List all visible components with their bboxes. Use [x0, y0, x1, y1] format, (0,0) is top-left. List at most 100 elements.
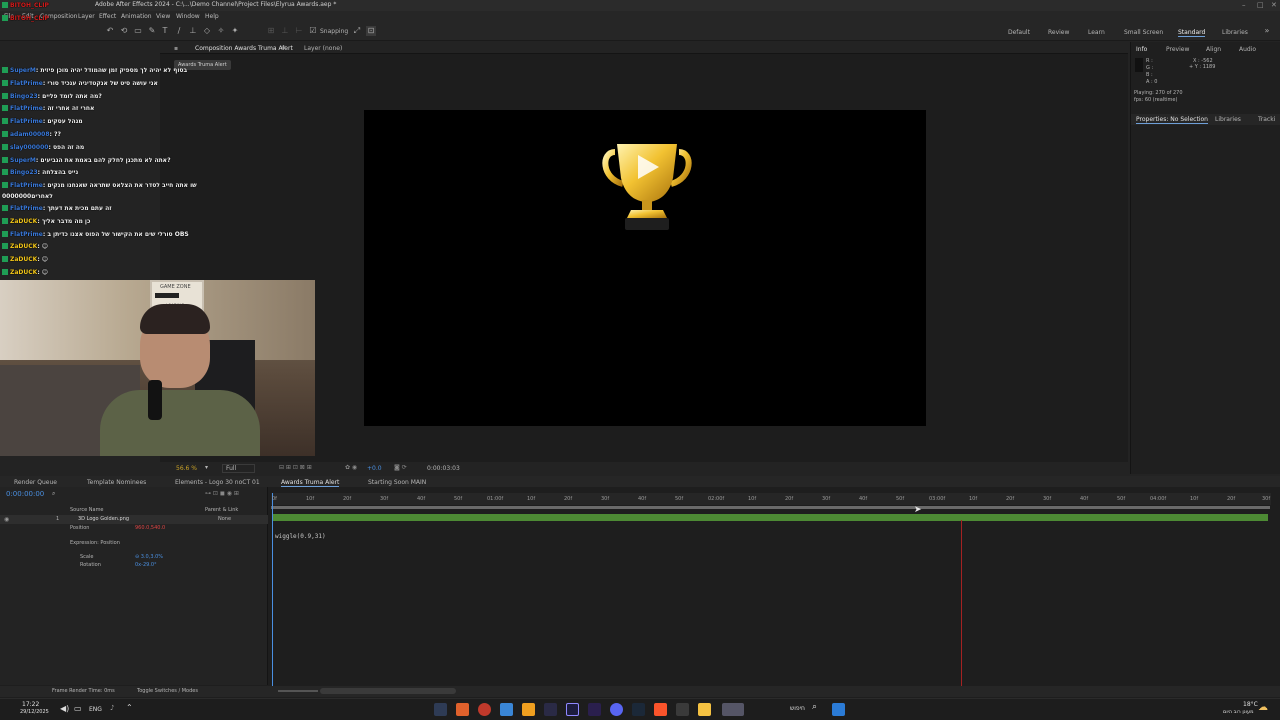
- axis-icon[interactable]: ⊥: [280, 26, 290, 36]
- expression-text[interactable]: wiggle(0.9,31): [275, 533, 326, 540]
- region-icon[interactable]: ⊟ ⊞ ⊡ ⊠ ⊞: [279, 464, 312, 471]
- tab-render-queue[interactable]: Render Queue: [14, 479, 57, 486]
- language-indicator[interactable]: ENG: [89, 706, 102, 713]
- search-box[interactable]: חיפוש: [790, 705, 805, 712]
- grid-snap-icon[interactable]: ⊡: [366, 26, 376, 36]
- weather-icon[interactable]: ☁: [1258, 702, 1268, 713]
- zoom-dropdown-icon[interactable]: ▾: [205, 464, 208, 471]
- comp-timecode[interactable]: 0:00:03:03: [427, 465, 460, 472]
- tab-awards-truma-alert[interactable]: Awards Truma Alert: [281, 479, 340, 487]
- timeline-switch-icons[interactable]: ⊶ ⊡ ◼ ◉ ⊞: [205, 490, 239, 497]
- workspace-standard[interactable]: Standard: [1178, 29, 1206, 37]
- windows-start-icon[interactable]: [832, 703, 845, 716]
- calendar-icon[interactable]: [676, 703, 689, 716]
- zoom-slider[interactable]: [278, 690, 318, 692]
- file-explorer-icon[interactable]: [698, 703, 711, 716]
- tab-properties[interactable]: Properties: No Selection: [1136, 116, 1208, 124]
- column-parent[interactable]: Parent & Link: [205, 507, 238, 513]
- property-position[interactable]: Position: [70, 525, 89, 531]
- composition-tab-bar: ▪ Composition Awards Truma Alert ≡ Layer…: [160, 42, 1128, 54]
- tab-starting-soon[interactable]: Starting Soon MAIN: [368, 479, 426, 486]
- discord-icon[interactable]: [610, 703, 623, 716]
- app-icon-orange[interactable]: [456, 703, 469, 716]
- workspace-small-screen[interactable]: Small Screen: [1124, 29, 1163, 36]
- snapping-label[interactable]: Snapping: [320, 28, 348, 35]
- workspace-review[interactable]: Review: [1048, 29, 1069, 36]
- workspace-learn[interactable]: Learn: [1088, 29, 1105, 36]
- after-effects-icon[interactable]: [566, 703, 579, 716]
- layer-parent-select[interactable]: None: [218, 516, 231, 522]
- search-icon[interactable]: ⌕: [812, 702, 817, 712]
- close-button[interactable]: ✕: [1271, 1, 1277, 9]
- tab-template-nominees[interactable]: Template Nominees: [87, 479, 146, 486]
- column-source-name[interactable]: Source Name: [70, 507, 104, 513]
- scale-value[interactable]: ⊖ 3.0,3.0%: [135, 554, 163, 560]
- ruler-tick: 30f: [380, 496, 389, 502]
- tab-layer[interactable]: Layer (none): [304, 45, 342, 52]
- tab-info[interactable]: Info: [1136, 46, 1147, 53]
- timeline-scrollbar[interactable]: [320, 688, 456, 694]
- workspace-default[interactable]: Default: [1008, 29, 1030, 36]
- brave-icon[interactable]: [654, 703, 667, 716]
- app-icon-red[interactable]: [478, 703, 491, 716]
- steam-icon[interactable]: [632, 703, 645, 716]
- layer-duration-bar[interactable]: [272, 514, 1268, 521]
- tab-elements-logo[interactable]: Elements - Logo 30 noCT 01: [175, 479, 260, 486]
- maximize-button[interactable]: □: [1257, 1, 1264, 9]
- visibility-icon[interactable]: ◉: [4, 516, 9, 523]
- toggle-switches-modes[interactable]: Toggle Switches / Modes: [137, 688, 198, 694]
- tray-chevron-icon[interactable]: ⌃: [126, 703, 133, 712]
- tab-tracker[interactable]: Tracki: [1258, 116, 1275, 123]
- snapping-checkbox-icon[interactable]: ☑: [308, 26, 318, 36]
- puppet-tool-icon[interactable]: ✦: [230, 26, 240, 36]
- weather-temp[interactable]: 18°C: [1243, 701, 1258, 708]
- property-scale[interactable]: Scale: [80, 554, 93, 560]
- rotation-value[interactable]: 0x-29.0°: [135, 562, 157, 568]
- workspace-libraries[interactable]: Libraries: [1222, 29, 1248, 36]
- work-area-bar[interactable]: [271, 506, 1270, 509]
- clock-date[interactable]: 29/12/2025: [20, 709, 49, 715]
- clock-time[interactable]: 17:22: [22, 701, 39, 708]
- workspace-overflow-icon[interactable]: »: [1262, 26, 1272, 36]
- channel-icon[interactable]: ✿ ◉: [345, 464, 357, 471]
- weather-desc[interactable]: מעונן רוב היום: [1223, 709, 1254, 715]
- tab-align[interactable]: Align: [1206, 46, 1221, 53]
- ruler-tick: 20f: [564, 496, 573, 502]
- chat-line: adam00008: ??: [2, 131, 61, 138]
- axis-mode-icon[interactable]: ⊢: [294, 26, 304, 36]
- align-icon[interactable]: ⊞: [266, 26, 276, 36]
- task-view-icon[interactable]: [434, 703, 447, 716]
- tab-menu-icon[interactable]: ≡: [281, 44, 286, 51]
- app-icon-blue[interactable]: [500, 703, 513, 716]
- app-icon-yellow[interactable]: [522, 703, 535, 716]
- volume-icon[interactable]: ◀): [60, 704, 69, 713]
- current-time[interactable]: 0:00:00:00: [6, 490, 44, 498]
- ruler-tick: 40f: [859, 496, 868, 502]
- photoshop-icon[interactable]: [544, 703, 557, 716]
- snapshot-icon[interactable]: ◙ ⟳: [394, 464, 407, 471]
- composition-viewer[interactable]: [364, 110, 926, 426]
- search-thumbnail-icon[interactable]: [722, 703, 744, 716]
- layer-name[interactable]: 3D Logo Golden.png: [78, 516, 129, 522]
- chat-line: FlatPrime: סורלי שים את הקישור של הפוס א…: [2, 231, 189, 238]
- ruler-tick: 30f: [1043, 496, 1052, 502]
- chat-line: FlatPrime: אני עושה סיט של אנקטדיגיה ענכ…: [2, 80, 158, 87]
- tab-libraries[interactable]: Libraries: [1215, 116, 1241, 123]
- play-icon[interactable]: [632, 152, 662, 182]
- mic-off-icon[interactable]: ♪: [110, 704, 114, 712]
- timeline-search-icon[interactable]: ⌕: [52, 490, 55, 498]
- tab-preview[interactable]: Preview: [1166, 46, 1189, 53]
- position-value[interactable]: 960.0,540.0: [135, 525, 165, 531]
- exposure-value[interactable]: +0.0: [367, 465, 382, 472]
- network-icon[interactable]: ▭: [74, 704, 82, 713]
- premiere-icon[interactable]: [588, 703, 601, 716]
- playhead[interactable]: [272, 493, 273, 686]
- snap-options-icon[interactable]: ⤢: [352, 26, 362, 36]
- resolution-select[interactable]: Full: [222, 464, 256, 473]
- tab-audio[interactable]: Audio: [1239, 46, 1256, 53]
- minimize-button[interactable]: –: [1242, 1, 1246, 9]
- property-rotation[interactable]: Rotation: [80, 562, 101, 568]
- timeline-layer-panel: 0:00:00:00 ⌕ ⊶ ⊡ ◼ ◉ ⊞ Source Name Paren…: [0, 487, 268, 685]
- time-marker-line: [961, 520, 962, 686]
- zoom-value[interactable]: 56.6 %: [176, 465, 197, 472]
